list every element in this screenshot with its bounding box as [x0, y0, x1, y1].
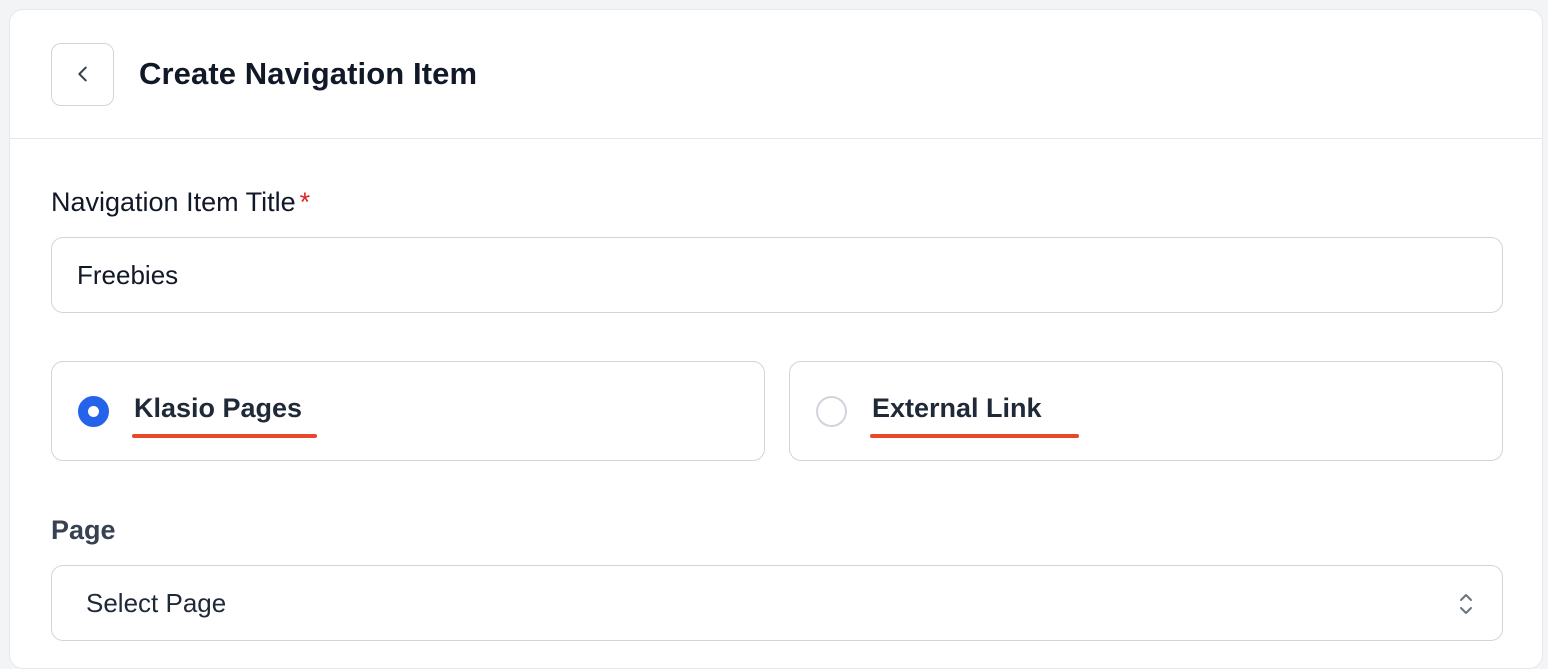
chevron-up-down-icon — [1460, 594, 1472, 614]
page-title: Create Navigation Item — [139, 56, 478, 91]
radio-label-external-link-text: External Link — [872, 392, 1042, 423]
page-select-value: Select Page — [86, 587, 227, 618]
radio-external-link[interactable] — [816, 395, 847, 427]
navigation-item-title-input[interactable] — [51, 237, 1503, 313]
create-navigation-item-card: Create Navigation Item Navigation Item T… — [9, 9, 1543, 669]
chevron-left-icon — [77, 66, 87, 82]
annotation-underline — [870, 433, 1079, 438]
card-header: Create Navigation Item — [10, 10, 1542, 139]
radio-label-klasio-pages: Klasio Pages — [132, 392, 317, 438]
navigation-item-title-label: Navigation Item Title * — [51, 187, 310, 218]
back-button[interactable] — [51, 42, 114, 106]
required-marker: * — [299, 187, 311, 217]
page-label: Page — [51, 515, 116, 545]
annotation-underline — [132, 433, 317, 438]
radio-label-klasio-pages-text: Klasio Pages — [134, 392, 303, 423]
radio-klasio-pages[interactable] — [78, 395, 109, 427]
navigation-item-title-label-text: Navigation Item Title — [51, 187, 296, 217]
radio-option-external-link[interactable]: External Link — [789, 361, 1503, 461]
radio-label-external-link: External Link — [870, 392, 1079, 438]
radio-option-klasio-pages[interactable]: Klasio Pages — [51, 361, 765, 461]
page-select[interactable]: Select Page — [51, 565, 1503, 641]
